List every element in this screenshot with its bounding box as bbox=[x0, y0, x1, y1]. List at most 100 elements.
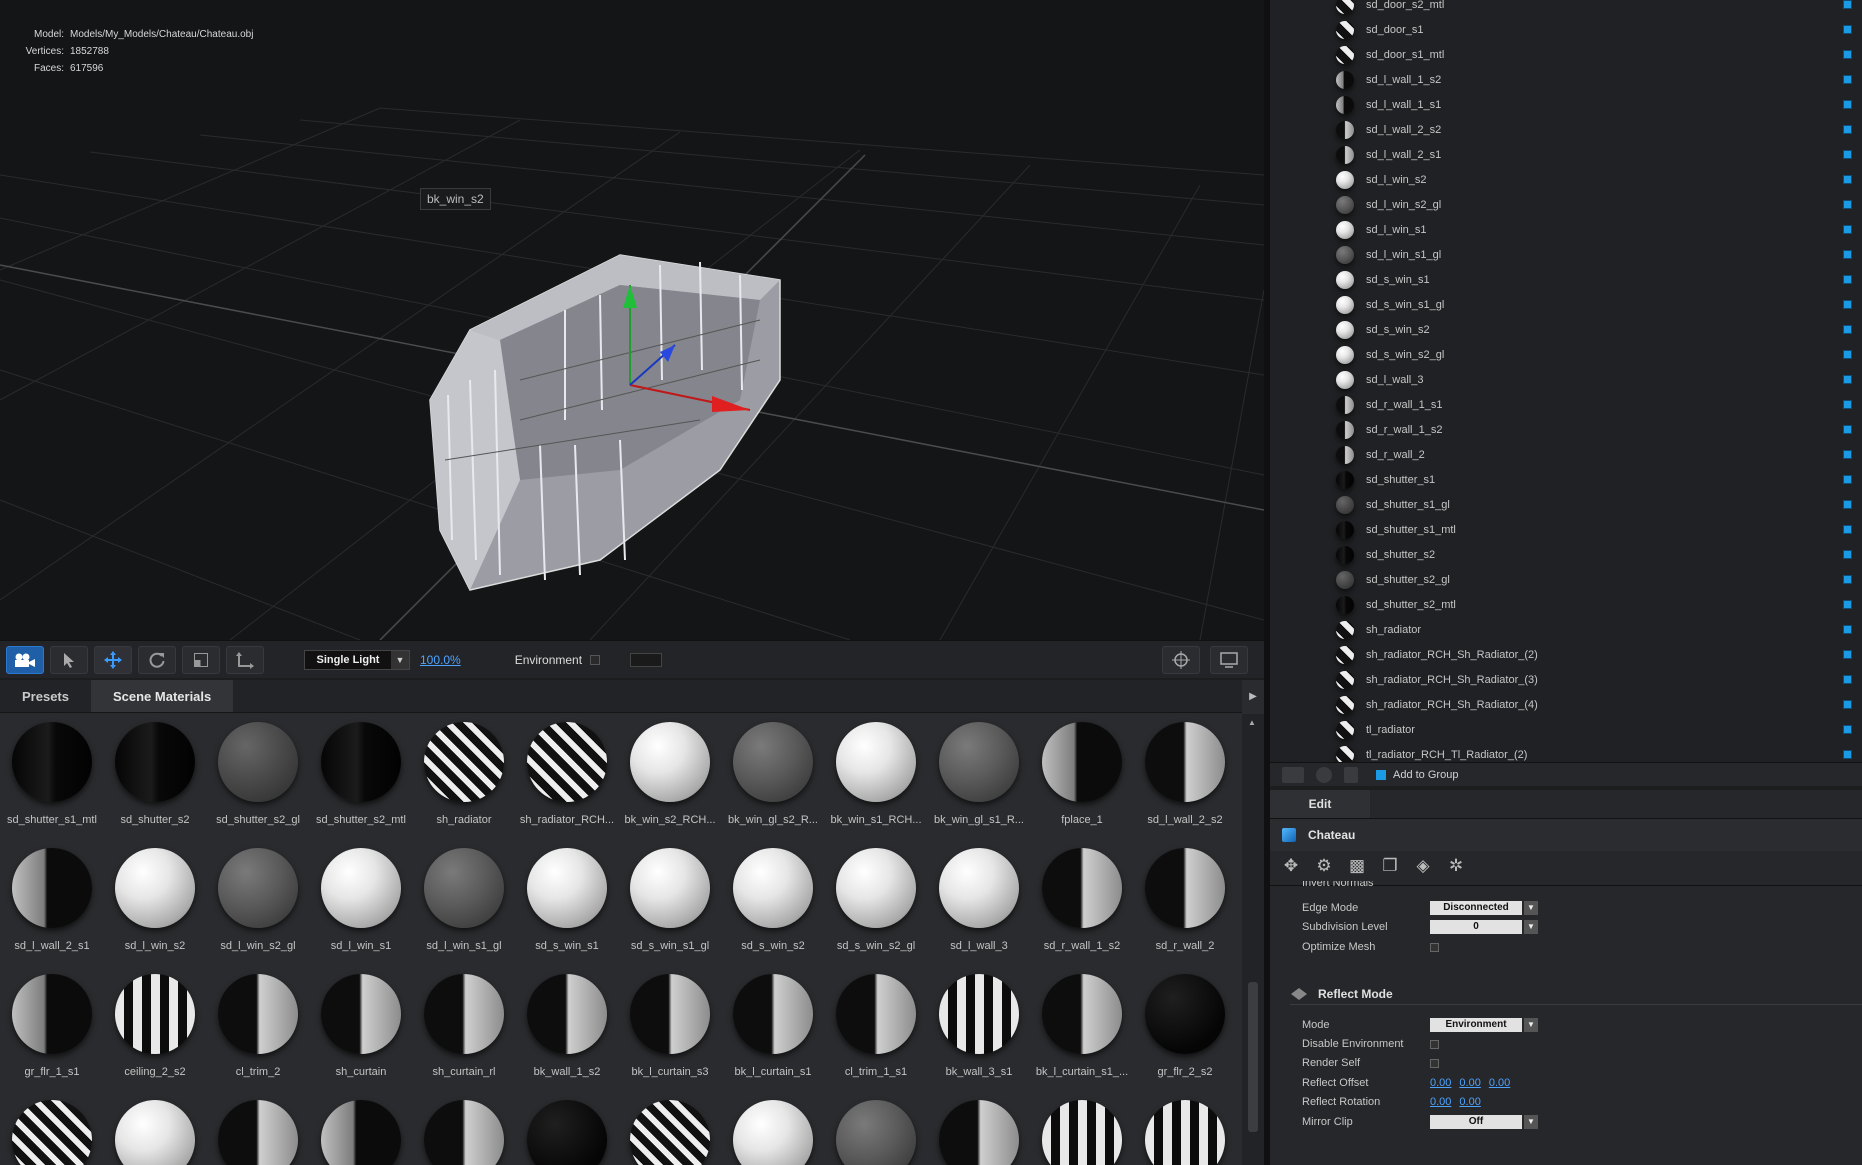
material-tile[interactable] bbox=[0, 1092, 104, 1165]
material-list-item[interactable]: sd_shutter_s1_gl bbox=[1270, 492, 1862, 517]
reflect-rotation-y[interactable]: 0.00 bbox=[1459, 1096, 1480, 1108]
material-list-item[interactable]: sd_s_win_s2 bbox=[1270, 317, 1862, 342]
reflect-mode-section[interactable]: Reflect Mode bbox=[1290, 983, 1862, 1005]
gears-icon[interactable]: ⚙ bbox=[1313, 855, 1335, 877]
material-visibility-checkbox[interactable] bbox=[1843, 750, 1852, 759]
material-list-item[interactable]: sd_shutter_s1 bbox=[1270, 467, 1862, 492]
material-tile[interactable]: sh_radiator bbox=[412, 714, 516, 840]
chateau-model[interactable] bbox=[429, 254, 781, 591]
scrollbar-thumb[interactable] bbox=[1248, 982, 1258, 1132]
materials-scrollbar[interactable]: ▲ bbox=[1242, 714, 1264, 1165]
material-list-item[interactable]: tl_radiator bbox=[1270, 717, 1862, 742]
material-list-item[interactable]: sd_s_win_s1_gl bbox=[1270, 292, 1862, 317]
chevron-down-icon[interactable]: ▼ bbox=[1524, 1018, 1538, 1032]
focus-button[interactable] bbox=[1162, 646, 1200, 674]
material-visibility-checkbox[interactable] bbox=[1843, 300, 1852, 309]
material-list-item[interactable]: sd_s_win_s2_gl bbox=[1270, 342, 1862, 367]
material-list-item[interactable]: sd_l_win_s2 bbox=[1270, 167, 1862, 192]
sphere-icon[interactable] bbox=[1316, 766, 1332, 783]
reflect-offset-z[interactable]: 0.00 bbox=[1489, 1077, 1510, 1089]
move-tool-button[interactable] bbox=[94, 645, 132, 674]
add-to-group-checkbox[interactable] bbox=[1376, 769, 1386, 780]
material-visibility-checkbox[interactable] bbox=[1843, 475, 1852, 484]
material-visibility-checkbox[interactable] bbox=[1843, 400, 1852, 409]
material-list-item[interactable]: sd_door_s1 bbox=[1270, 17, 1862, 42]
material-visibility-checkbox[interactable] bbox=[1843, 25, 1852, 34]
material-tile[interactable]: sd_shutter_s2_mtl bbox=[309, 714, 413, 840]
material-visibility-checkbox[interactable] bbox=[1843, 525, 1852, 534]
chevron-down-icon[interactable]: ▼ bbox=[1524, 1115, 1538, 1129]
link-icon[interactable] bbox=[1344, 766, 1358, 783]
material-visibility-checkbox[interactable] bbox=[1843, 600, 1852, 609]
material-visibility-checkbox[interactable] bbox=[1843, 425, 1852, 434]
reflect-rotation-x[interactable]: 0.00 bbox=[1430, 1096, 1451, 1108]
material-tile[interactable]: cl_trim_2 bbox=[206, 966, 310, 1092]
checker-icon[interactable]: ▩ bbox=[1346, 855, 1368, 877]
material-list-item[interactable]: sd_l_wall_2_s2 bbox=[1270, 117, 1862, 142]
material-visibility-checkbox[interactable] bbox=[1843, 150, 1852, 159]
material-tile[interactable]: sh_radiator_RCH... bbox=[515, 714, 619, 840]
material-list-item[interactable]: sd_l_wall_1_s2 bbox=[1270, 67, 1862, 92]
material-visibility-checkbox[interactable] bbox=[1843, 175, 1852, 184]
material-visibility-checkbox[interactable] bbox=[1843, 550, 1852, 559]
subdivision-select[interactable]: 0 bbox=[1430, 920, 1522, 934]
material-tile[interactable]: gr_flr_2_s2 bbox=[1133, 966, 1237, 1092]
reflect-offset-y[interactable]: 0.00 bbox=[1459, 1077, 1480, 1089]
layers-icon[interactable]: ◈ bbox=[1412, 855, 1434, 877]
material-list-item[interactable]: sh_radiator bbox=[1270, 617, 1862, 642]
edge-mode-select[interactable]: Disconnected bbox=[1430, 901, 1522, 915]
material-tile[interactable]: ceiling_2_s2 bbox=[103, 966, 207, 1092]
material-tile[interactable]: sd_s_win_s1_gl bbox=[618, 840, 722, 966]
material-visibility-checkbox[interactable] bbox=[1843, 0, 1852, 9]
mirror-clip-select[interactable]: Off bbox=[1430, 1115, 1522, 1129]
new-group-icon[interactable] bbox=[1282, 766, 1304, 783]
material-tile[interactable]: sd_s_win_s2_gl bbox=[824, 840, 928, 966]
material-tile[interactable]: bk_wall_1_s2 bbox=[515, 966, 619, 1092]
material-tile[interactable] bbox=[515, 1092, 619, 1165]
material-list-item[interactable]: sh_radiator_RCH_Sh_Radiator_(2) bbox=[1270, 642, 1862, 667]
zoom-level[interactable]: 100.0% bbox=[420, 653, 461, 667]
material-tile[interactable]: gr_flr_1_s1 bbox=[0, 966, 104, 1092]
material-visibility-checkbox[interactable] bbox=[1843, 200, 1852, 209]
material-list-item[interactable]: sd_l_win_s1_gl bbox=[1270, 242, 1862, 267]
material-tile[interactable] bbox=[1030, 1092, 1134, 1165]
material-tile[interactable]: sd_l_wall_3 bbox=[927, 840, 1031, 966]
material-tile[interactable]: fplace_1 bbox=[1030, 714, 1134, 840]
material-tile[interactable]: bk_win_gl_s1_R... bbox=[927, 714, 1031, 840]
material-visibility-checkbox[interactable] bbox=[1843, 50, 1852, 59]
material-tile[interactable]: bk_win_gl_s2_R... bbox=[721, 714, 825, 840]
material-tile[interactable]: sd_r_wall_1_s2 bbox=[1030, 840, 1134, 966]
material-list-item[interactable]: sd_l_wall_3 bbox=[1270, 367, 1862, 392]
copy-icon[interactable]: ❐ bbox=[1379, 855, 1401, 877]
material-tile[interactable]: bk_wall_3_s1 bbox=[927, 966, 1031, 1092]
chevron-down-icon[interactable]: ▼ bbox=[1524, 901, 1538, 915]
environment-checkbox[interactable] bbox=[590, 654, 601, 665]
material-visibility-checkbox[interactable] bbox=[1843, 700, 1852, 709]
material-visibility-checkbox[interactable] bbox=[1843, 100, 1852, 109]
material-tile[interactable]: sd_r_wall_2 bbox=[1133, 840, 1237, 966]
scroll-up-icon[interactable]: ▲ bbox=[1248, 718, 1256, 727]
material-tile[interactable] bbox=[103, 1092, 207, 1165]
optimize-mesh-checkbox[interactable] bbox=[1430, 942, 1439, 952]
material-list-item[interactable]: sd_shutter_s2_gl bbox=[1270, 567, 1862, 592]
gear-icon[interactable]: ✲ bbox=[1445, 855, 1467, 877]
material-tile[interactable]: cl_trim_1_s1 bbox=[824, 966, 928, 1092]
chevron-down-icon[interactable]: ▼ bbox=[1524, 920, 1538, 934]
material-tile[interactable] bbox=[309, 1092, 413, 1165]
material-visibility-checkbox[interactable] bbox=[1843, 125, 1852, 134]
material-tile[interactable] bbox=[824, 1092, 928, 1165]
material-visibility-checkbox[interactable] bbox=[1843, 225, 1852, 234]
material-visibility-checkbox[interactable] bbox=[1843, 325, 1852, 334]
material-visibility-checkbox[interactable] bbox=[1843, 675, 1852, 684]
tab-edit[interactable]: Edit bbox=[1270, 790, 1370, 818]
material-list-item[interactable]: sd_door_s2_mtl bbox=[1270, 0, 1862, 17]
camera-tool-button[interactable] bbox=[6, 645, 44, 674]
material-visibility-checkbox[interactable] bbox=[1843, 275, 1852, 284]
material-tile[interactable]: bk_l_curtain_s3 bbox=[618, 966, 722, 1092]
material-tile[interactable] bbox=[721, 1092, 825, 1165]
material-tile[interactable] bbox=[618, 1092, 722, 1165]
material-tile[interactable]: bk_win_s1_RCH... bbox=[824, 714, 928, 840]
material-visibility-checkbox[interactable] bbox=[1843, 375, 1852, 384]
material-list-item[interactable]: sh_radiator_RCH_Sh_Radiator_(4) bbox=[1270, 692, 1862, 717]
pivot-tool-button[interactable] bbox=[226, 645, 264, 674]
